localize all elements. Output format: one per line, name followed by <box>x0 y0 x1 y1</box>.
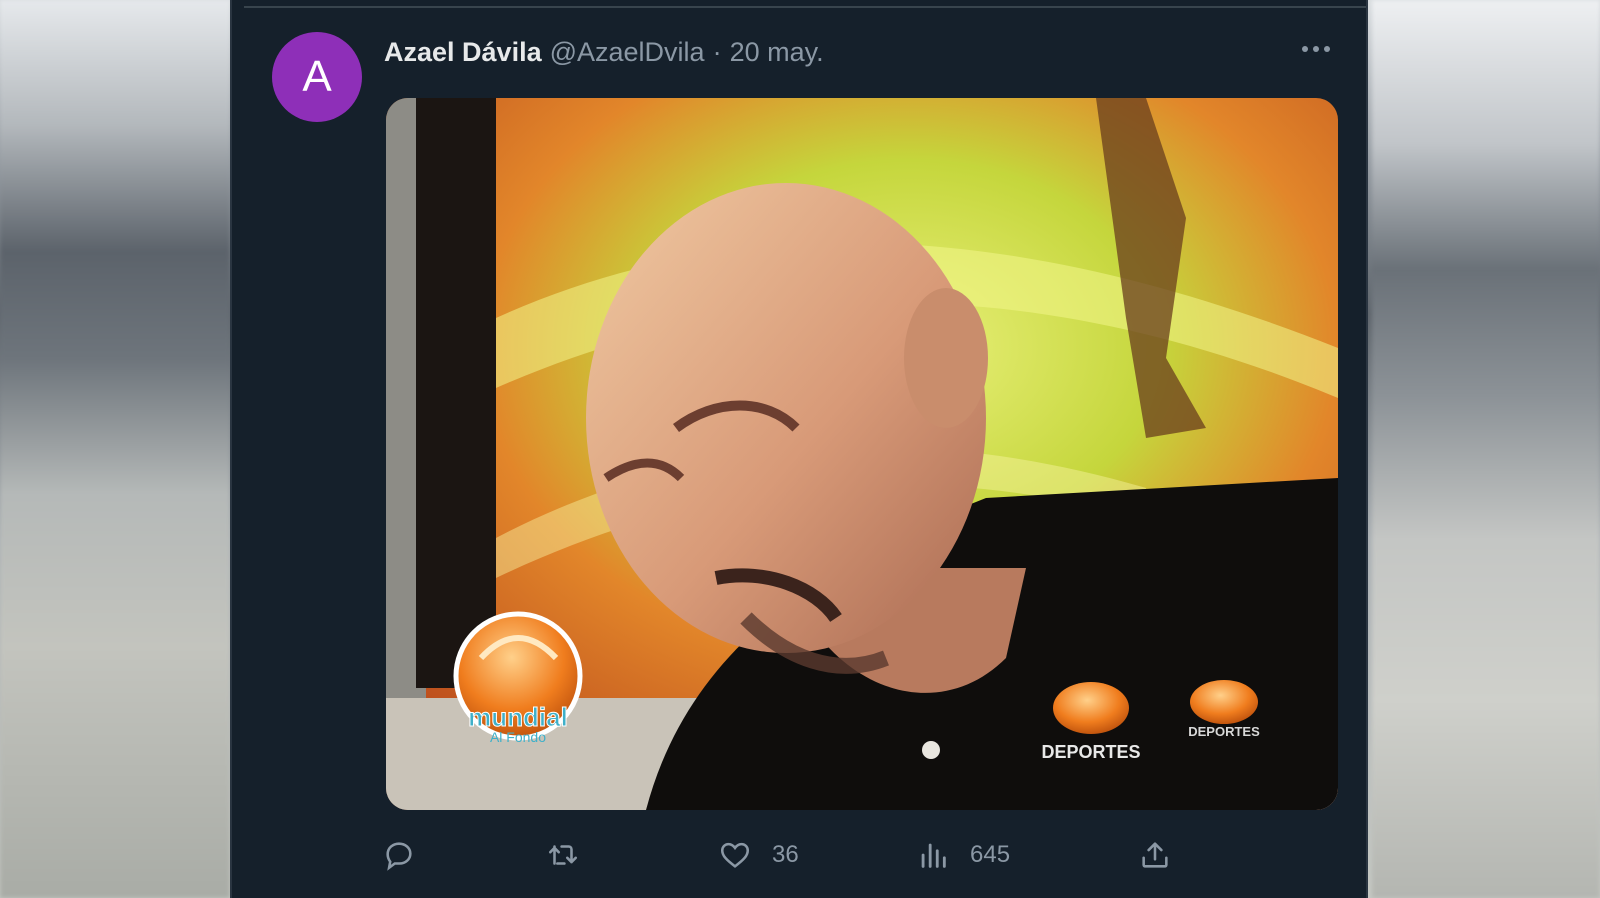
separator: · <box>712 36 722 67</box>
watermark-left-text: mundial <box>468 702 568 732</box>
avatar-letter: A <box>302 52 332 101</box>
like-button[interactable]: 36 <box>718 830 799 880</box>
retweet-icon <box>548 845 578 865</box>
channel-logo-2-text: DEPORTES <box>1188 724 1260 739</box>
author-name[interactable]: Azael Dávila <box>384 37 542 68</box>
divider <box>244 6 1366 8</box>
watermark-left-subtext: Al Fondo <box>490 729 546 745</box>
watermark-logo-left: mundial Al Fondo <box>453 611 583 745</box>
views-count: 645 <box>970 841 1011 868</box>
blurred-background-right <box>1372 0 1600 898</box>
channel-logo-2: DEPORTES <box>1188 680 1260 739</box>
media-video-frame: mundial Al Fondo DEPORTES DEPORTES <box>386 98 1338 810</box>
reply-button[interactable] <box>382 830 416 880</box>
like-count: 36 <box>772 841 799 868</box>
avatar[interactable]: A <box>272 32 362 122</box>
channel-logo-1-text: DEPORTES <box>1041 742 1140 762</box>
more-icon <box>1302 46 1330 52</box>
blurred-background-left <box>0 0 230 898</box>
share-icon <box>1142 842 1168 868</box>
tweet-actions: 36 645 <box>382 830 1342 880</box>
more-options-button[interactable] <box>1296 34 1336 64</box>
reply-icon <box>386 842 412 871</box>
share-button[interactable] <box>1138 830 1172 880</box>
tweet-media[interactable]: mundial Al Fondo DEPORTES DEPORTES <box>386 98 1338 810</box>
author-handle[interactable]: @AzaelDvila <box>550 37 705 68</box>
views-icon <box>921 843 946 868</box>
tweet-header: Azael Dávila @AzaelDvila · 20 may. <box>384 34 824 70</box>
retweet-button[interactable] <box>546 830 580 880</box>
tweet-date[interactable]: 20 may. <box>730 37 824 68</box>
tweet-card[interactable]: A Azael Dávila @AzaelDvila · 20 may. mun… <box>230 0 1368 898</box>
views-button[interactable]: 645 <box>916 830 1010 880</box>
heart-icon <box>720 842 750 868</box>
